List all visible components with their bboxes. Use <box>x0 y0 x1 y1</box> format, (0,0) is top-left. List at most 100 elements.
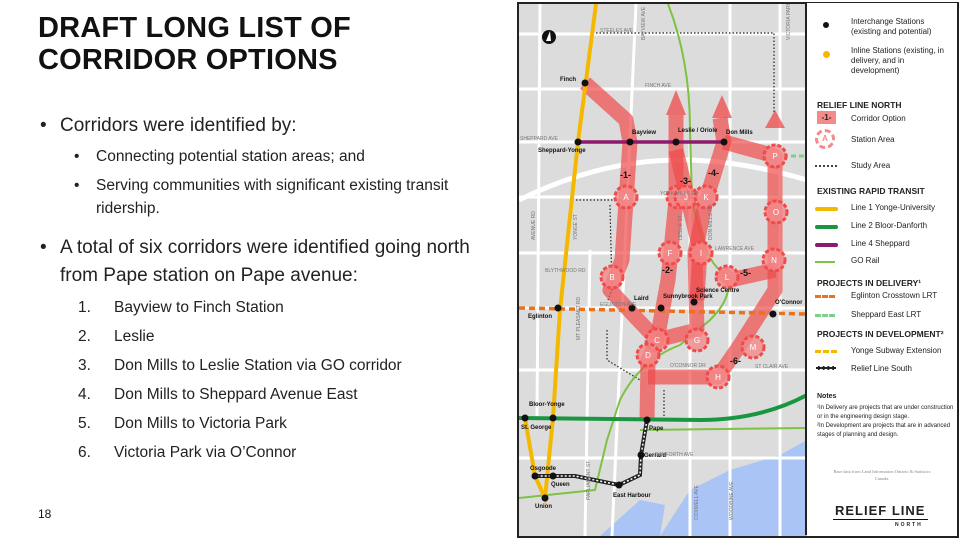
station-label: Osgoode <box>530 466 557 472</box>
station-label: Sunnybrook Park <box>663 294 713 300</box>
station-area-label: A <box>623 193 629 202</box>
legend-heading: PROJECTS IN DELIVERY¹ <box>817 278 922 288</box>
station-area-swatch: A <box>815 129 835 149</box>
corridor-label: -2- <box>662 265 673 275</box>
station-area-label: C <box>654 336 660 345</box>
logo-rule <box>833 519 928 520</box>
station-label: Bloor-Yonge <box>529 402 565 408</box>
station-label: Pape <box>649 426 664 432</box>
note-2: ²In Development are projects that are in… <box>817 423 951 438</box>
interchange-dot-icon <box>823 22 829 28</box>
station-area-label: O <box>773 208 779 217</box>
street-label: YORK MILLS RD <box>660 191 699 197</box>
street-label: YONGE ST <box>573 214 579 240</box>
station-dot <box>574 138 582 146</box>
legend-interchange: Interchange Stations (existing and poten… <box>851 17 932 36</box>
legend-corridor: Corridor Option <box>851 114 906 123</box>
station-area-label: F <box>668 249 673 258</box>
station-dot <box>769 310 777 318</box>
station-dot <box>720 138 728 146</box>
corridor-item: 3. Don Mills to Leslie Station via GO cor… <box>78 357 402 374</box>
station-label: O'Connor <box>775 300 803 306</box>
line4-swatch <box>815 243 838 247</box>
corridor-item: 5. Don Mills to Victoria Park <box>78 415 287 432</box>
station-area-label: H <box>715 373 721 382</box>
study-swatch <box>815 165 837 167</box>
logo: RELIEF LINE <box>835 503 926 518</box>
corridor-item: 1. Bayview to Finch Station <box>78 299 284 316</box>
station-area-label: D <box>645 351 651 360</box>
street-label: FINCH AVE <box>645 83 672 89</box>
note-1: ¹In Delivery are projects that are under… <box>817 405 954 420</box>
corridor-swatch: -1- <box>817 111 836 124</box>
street-label: MT PLEASANT RD <box>576 296 582 340</box>
street-label: LESLIE ST <box>678 215 684 240</box>
corridor-label: -1- <box>620 170 631 180</box>
station-label: Queen <box>551 482 570 488</box>
street-label: EGLINTON AVE <box>600 302 637 308</box>
legend-line2: Line 2 Bloor-Danforth <box>851 221 928 230</box>
notes-heading: Notes <box>817 393 837 400</box>
legend-go: GO Rail <box>851 256 880 265</box>
station-label: Leslie / Oriole <box>678 128 718 134</box>
station-area-label: L <box>725 273 730 282</box>
station-label: Union <box>535 504 552 510</box>
street-label: WOODBINE AVE <box>729 481 735 520</box>
logo-sub: NORTH <box>895 522 923 528</box>
street-label: PARLIAMENT ST <box>586 461 592 500</box>
sheppard-east-swatch <box>815 314 835 317</box>
station-label: Finch <box>560 77 576 83</box>
station-dot <box>541 494 549 502</box>
station-label: Don Mills <box>726 130 753 136</box>
legend-study: Study Area <box>851 161 891 170</box>
street-label: LAWRENCE AVE <box>715 246 755 252</box>
street-label: BAYVIEW AVE <box>641 6 647 40</box>
station-label: Sheppard-Yonge <box>538 148 586 154</box>
legend-sheppard-east: Sheppard East LRT <box>851 310 922 319</box>
legend-yonge-ext: Yonge Subway Extension <box>851 346 942 355</box>
go-swatch <box>815 261 835 263</box>
station-area-label: B <box>609 273 614 282</box>
street-label: VICTORIA PARK AVE <box>786 4 792 40</box>
station-dot <box>521 414 529 422</box>
page-title: DRAFT LONG LIST OF CORRIDOR OPTIONS <box>38 12 351 76</box>
inline-dot-icon <box>823 51 830 58</box>
station-label: East Harbour <box>613 493 651 499</box>
station-dot <box>672 138 680 146</box>
station-area-label: M <box>750 343 757 352</box>
corridor-item: 4. Don Mills to Sheppard Avenue East <box>78 386 358 403</box>
street-label: BLYTHWOOD RD <box>545 268 586 274</box>
yonge-ext-swatch <box>815 350 837 353</box>
bullet: Corridors were identified by: <box>40 115 297 137</box>
sub-bullet: Serving communities with significant exi… <box>74 174 478 220</box>
station-area-label: I <box>700 249 702 258</box>
station-area-label: G <box>694 336 700 345</box>
station-label: Eglinton <box>528 314 552 320</box>
station-label: St. George <box>521 425 552 431</box>
street-label: DON MILLS RD <box>708 204 714 240</box>
street-label: AVENUE RD <box>531 211 537 240</box>
street-label: DANFORTH AVE <box>655 452 694 458</box>
street-label: O'CONNOR DR <box>670 363 706 369</box>
station-dot <box>581 79 589 87</box>
corridor-item: 2. Leslie <box>78 328 155 345</box>
map-svg: AEJKFINOPBLCGDMH FinchSheppard-YongeBayv… <box>517 0 808 537</box>
street-label: SHEPPARD AVE <box>520 136 559 142</box>
street-label: COXWELL AVE <box>694 484 700 520</box>
station-dot <box>657 304 665 312</box>
map-legend: Interchange Stations (existing and poten… <box>805 3 957 535</box>
legend-inline: Inline Stations (existing, in delivery, … <box>851 46 944 75</box>
street-label: STEELES AVE <box>600 28 634 34</box>
station-dot <box>554 304 562 312</box>
legend-station-area: Station Area <box>851 135 895 144</box>
station-dot <box>531 472 539 480</box>
legend-heading: RELIEF LINE NORTH <box>817 100 902 110</box>
data-credit: Base data from Land Information Ontario … <box>833 469 931 481</box>
station-dot <box>626 138 634 146</box>
corridor-label: -5- <box>740 268 751 278</box>
legend-line1: Line 1 Yonge-University <box>851 203 936 212</box>
legend-eglinton: Eglinton Crosstown LRT <box>851 291 938 300</box>
bullet: A total of six corridors were identified… <box>40 234 492 290</box>
street-label: ST CLAIR AVE <box>755 364 789 370</box>
corridor-label: -6- <box>730 356 741 366</box>
